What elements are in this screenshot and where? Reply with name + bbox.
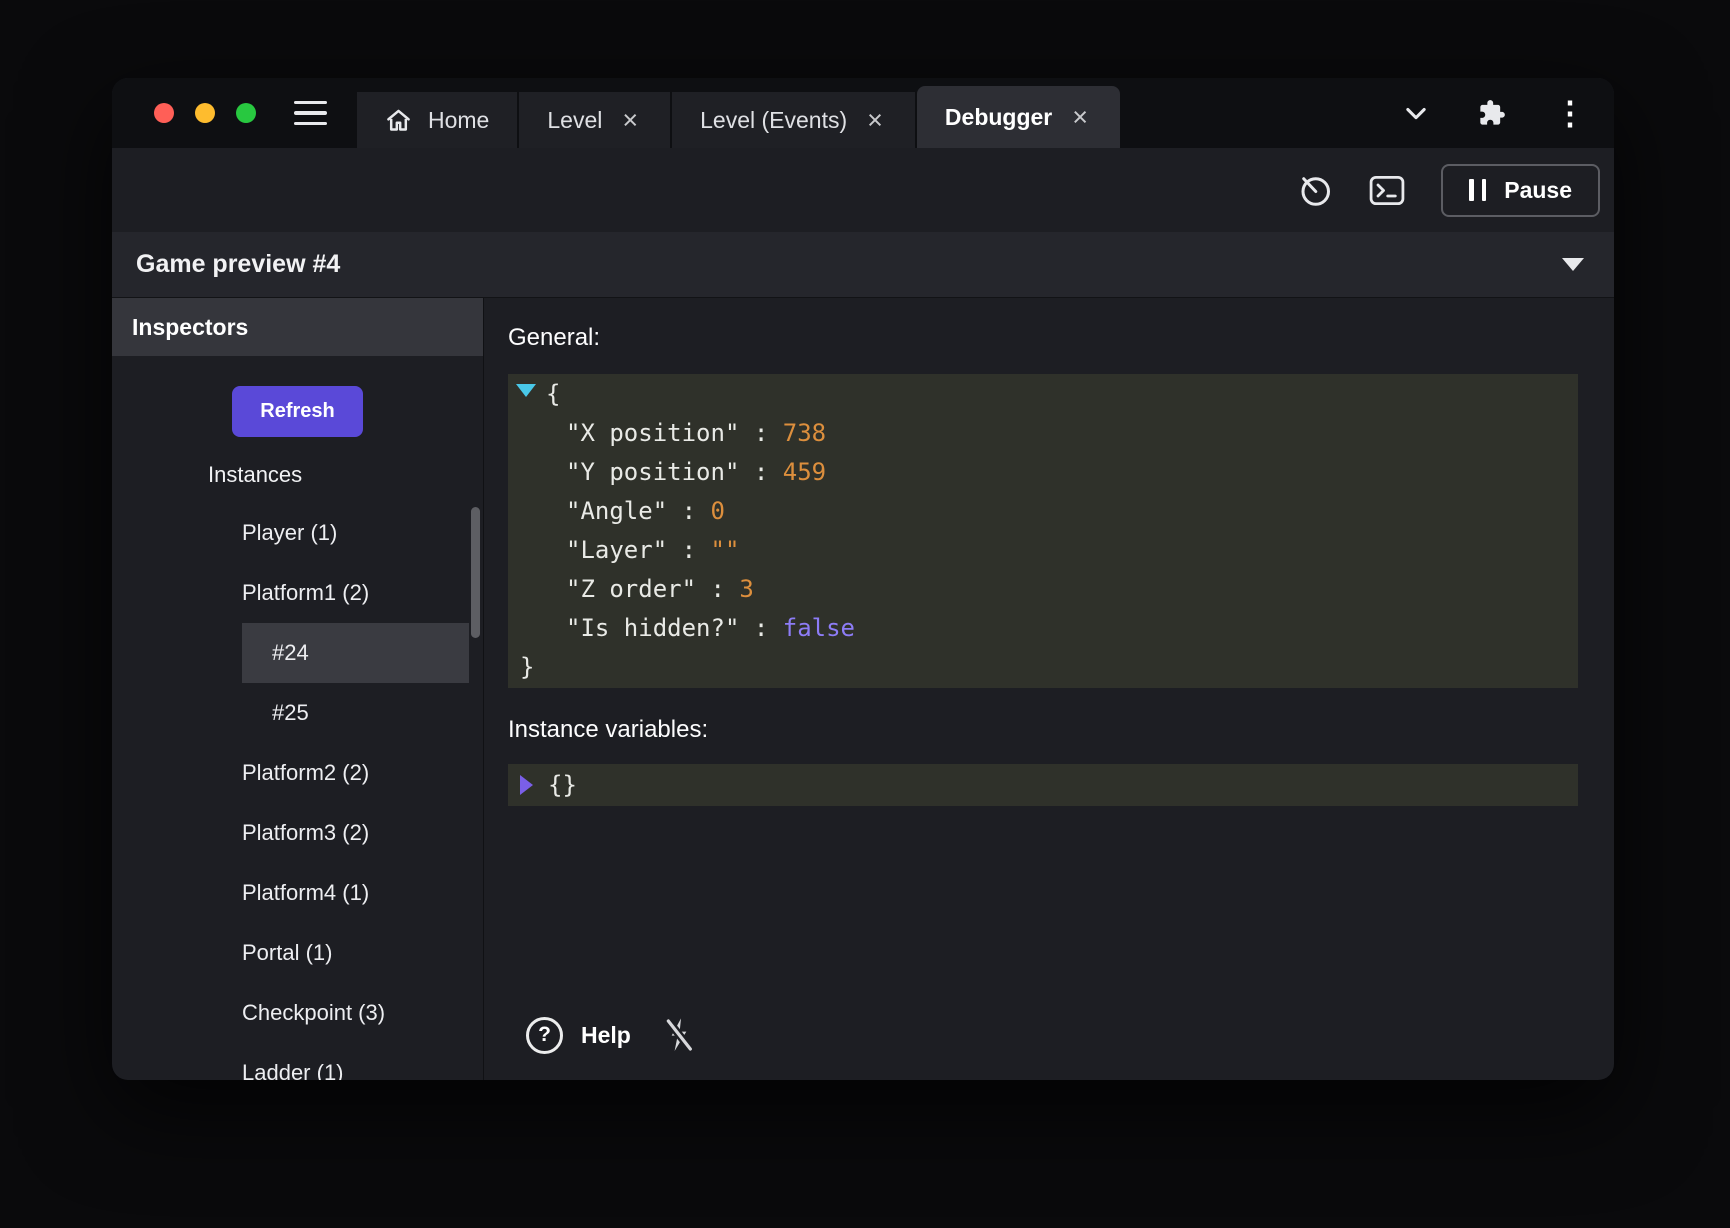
general-label: General: [508,324,1578,352]
json-open-brace: { [508,375,1578,414]
speedometer-icon[interactable] [1297,172,1333,208]
json-row: "Z order" : 3 [508,570,1578,609]
json-key: "Z order" [566,575,696,603]
window-controls [154,103,256,123]
json-row: "Angle" : 0 [508,492,1578,531]
instances-label: Instances [112,447,483,503]
json-value: 459 [783,458,826,486]
json-value: false [783,614,855,642]
minimize-window-button[interactable] [195,103,215,123]
menu-icon-bar [294,122,327,126]
collapse-triangle-icon[interactable] [516,384,536,397]
instances-tree: Player (1) Platform1 (2) #24 #25 Platfor… [112,503,483,1080]
tab-strip: Home Level × Level (Events) × Debugger × [357,78,1120,148]
expand-triangle-icon[interactable] [520,775,533,795]
tree-item-instance-25[interactable]: #25 [112,683,483,743]
tree-item-platform2[interactable]: Platform2 (2) [112,743,483,803]
tab-bar: Home Level × Level (Events) × Debugger × [112,78,1614,148]
general-properties-view: { "X position" : 738 "Y position" : 459 … [508,374,1578,688]
debugger-toolbar: Pause [112,148,1614,232]
menu-icon[interactable] [294,101,327,126]
json-key: "Y position" [566,458,739,486]
instance-variables-value: {} [548,771,577,799]
json-separator: : [739,614,782,642]
sidebar-scrollbar-thumb[interactable] [471,507,480,638]
home-icon [385,107,412,134]
app-window: Home Level × Level (Events) × Debugger × [112,78,1614,1080]
close-window-button[interactable] [154,103,174,123]
kebab-menu-icon[interactable]: ⋮ [1554,97,1586,129]
close-tab-icon[interactable]: × [1068,102,1092,133]
tab-debugger[interactable]: Debugger × [917,86,1120,148]
json-value: 0 [711,497,725,525]
instance-variables-view: {} [508,764,1578,806]
tab-label: Level [547,107,602,134]
tree-item-platform1[interactable]: Platform1 (2) [112,563,483,623]
game-preview-selector[interactable]: Game preview #4 [112,232,1614,298]
console-icon[interactable] [1369,175,1405,206]
json-value: 738 [783,419,826,447]
json-separator: : [667,536,710,564]
pause-button-label: Pause [1504,177,1572,204]
tab-label: Level (Events) [700,107,847,134]
tab-level[interactable]: Level × [519,92,670,148]
json-row: "X position" : 738 [508,414,1578,453]
help-icon: ? [526,1017,563,1054]
inspectors-panel-title: Inspectors [112,298,483,356]
pause-icon [1469,179,1486,201]
tab-label: Home [428,107,489,134]
json-value: "" [711,536,740,564]
close-tab-icon[interactable]: × [618,105,642,136]
json-separator: : [739,419,782,447]
json-row: "Y position" : 459 [508,453,1578,492]
json-key: "Angle" [566,497,667,525]
instance-variables-label: Instance variables: [508,716,1578,744]
json-row: "Is hidden?" : false [508,609,1578,648]
zoom-window-button[interactable] [236,103,256,123]
menu-icon-bar [294,111,327,115]
tree-item-checkpoint[interactable]: Checkpoint (3) [112,983,483,1043]
tree-item-platform3[interactable]: Platform3 (2) [112,803,483,863]
debugger-content: Inspectors Refresh Instances Player (1) … [112,298,1614,1080]
help-button-label: Help [581,1022,631,1049]
inspectors-panel: Inspectors Refresh Instances Player (1) … [112,298,484,1080]
help-button[interactable]: ? Help [526,1017,631,1054]
tab-bar-actions: ⋮ [1402,78,1586,148]
tab-level-events[interactable]: Level (Events) × [672,92,915,148]
json-key: "Layer" [566,536,667,564]
json-key: "X position" [566,419,739,447]
inspector-detail: General: { "X position" : 738 "Y positio… [484,298,1614,1080]
disabled-lightning-icon [663,1016,695,1054]
menu-icon-bar [294,101,327,105]
json-row: "Layer" : "" [508,531,1578,570]
refresh-button[interactable]: Refresh [232,386,362,437]
close-tab-icon[interactable]: × [863,105,887,136]
chevron-down-icon [1562,258,1584,271]
json-separator: : [696,575,739,603]
tab-label: Debugger [945,104,1052,131]
footer-row: ? Help [508,1016,1578,1064]
tree-item-portal[interactable]: Portal (1) [112,923,483,983]
pause-button[interactable]: Pause [1441,164,1600,217]
inspectors-panel-body: Refresh Instances Player (1) Platform1 (… [112,356,483,1080]
game-preview-title: Game preview #4 [136,250,1562,279]
tree-item-player[interactable]: Player (1) [112,503,483,563]
tab-home[interactable]: Home [357,92,517,148]
tree-item-instance-24[interactable]: #24 [242,623,469,683]
json-separator: : [739,458,782,486]
tree-item-platform4[interactable]: Platform4 (1) [112,863,483,923]
json-key: "Is hidden?" [566,614,739,642]
tree-item-ladder[interactable]: Ladder (1) [112,1043,483,1080]
json-separator: : [667,497,710,525]
chevron-down-icon[interactable] [1402,99,1430,127]
extensions-puzzle-icon[interactable] [1478,99,1506,127]
json-close-brace: } [508,648,1578,687]
json-value: 3 [739,575,753,603]
